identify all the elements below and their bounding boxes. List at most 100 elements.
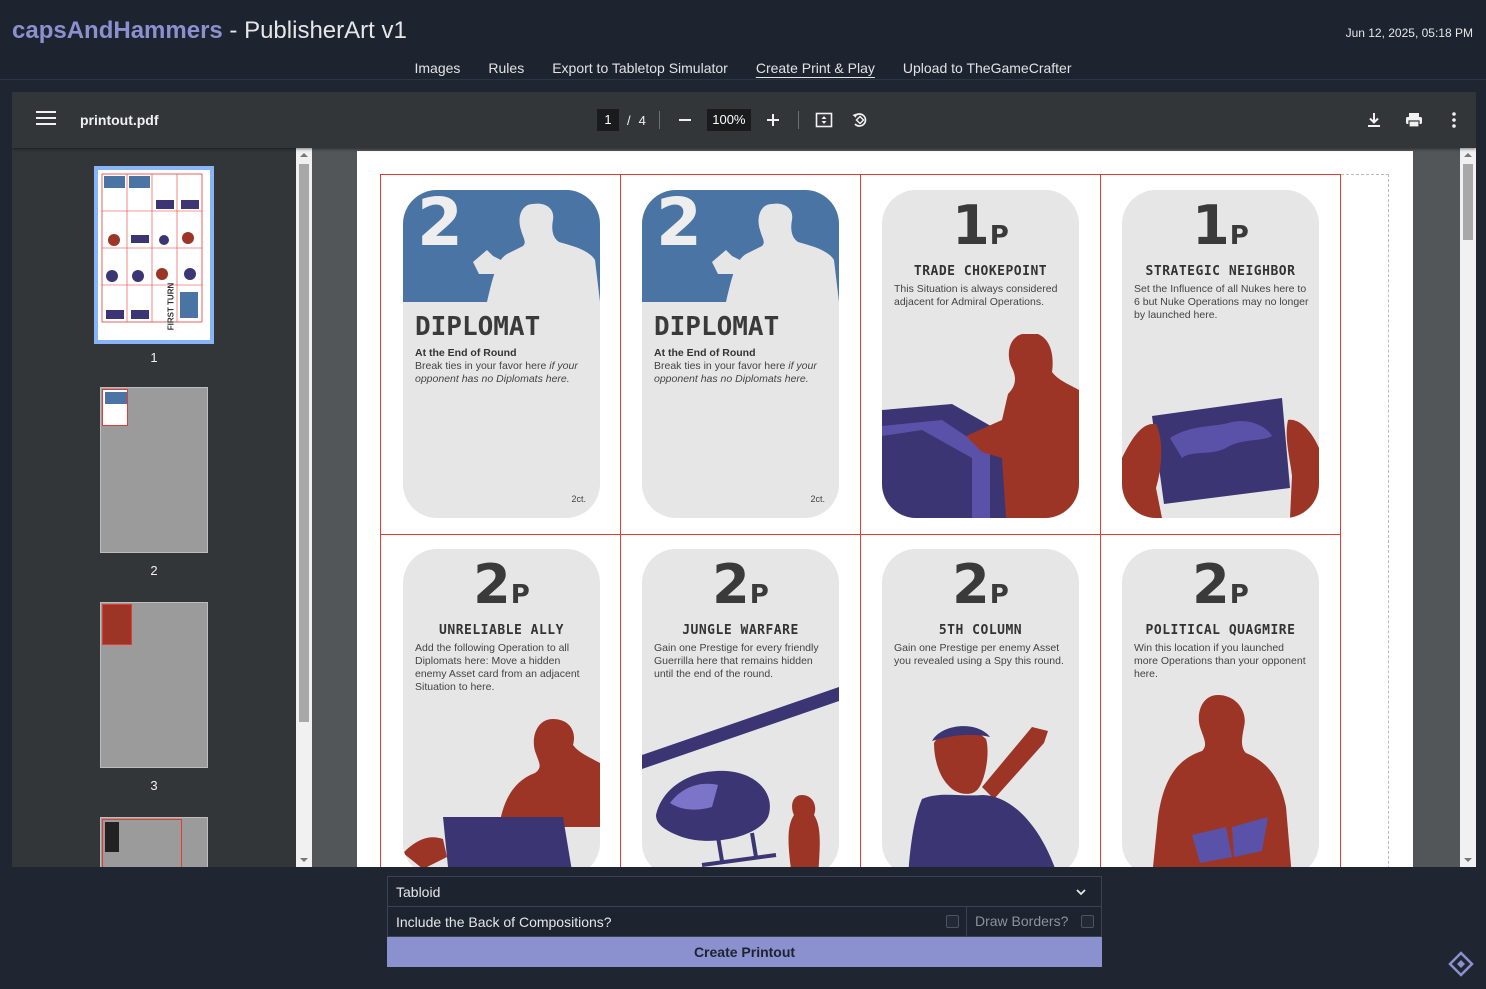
card-cost: 1P (952, 194, 1009, 257)
chevron-down-icon (1076, 889, 1086, 896)
card-cost: 1P (1192, 194, 1249, 257)
thumbnail-label: 2 (150, 563, 158, 578)
thumbnail-page-3[interactable]: 3 (100, 602, 208, 793)
thumbnail-image[interactable] (100, 602, 208, 768)
menu-icon[interactable] (36, 111, 56, 127)
nav-upload-gamecrafter[interactable]: Upload to TheGameCrafter (889, 58, 1086, 78)
card-text: Gain one Prestige for every friendly Gue… (654, 642, 819, 680)
card-title: TRADE CHOKEPOINT (913, 264, 1048, 279)
cut-line (1100, 174, 1101, 867)
card-text-plain: Break ties in your favor here (654, 360, 789, 372)
thumbnail-page-1[interactable]: FIRST TURN 1 (94, 166, 214, 365)
include-back-label: Include the Back of Compositions? (396, 913, 612, 930)
page-scrollbar[interactable] (1460, 148, 1476, 867)
thumbnail-mini-card (102, 389, 128, 426)
nav-images[interactable]: Images (400, 58, 474, 78)
diplomat-silhouette-icon (473, 203, 600, 302)
nav-export-tts[interactable]: Export to Tabletop Simulator (538, 58, 742, 78)
thumbnail-label: 1 (150, 350, 158, 365)
page-separator: / (627, 112, 631, 128)
mini-card-art (105, 822, 119, 852)
create-printout-button[interactable]: Create Printout (387, 937, 1102, 967)
card-cost: 2P (473, 553, 530, 616)
card-strategic-neighbor: 1P STRATEGIC NEIGHBOR Set the Influence … (1122, 190, 1319, 518)
card-trade-chokepoint: 1P TRADE CHOKEPOINT This Situation is al… (882, 190, 1079, 518)
options-divider (966, 907, 967, 937)
paper-size-select[interactable]: Tabloid (387, 876, 1102, 907)
card-diplomat: 2 DIPLOMAT At the End of Round Break tie… (403, 190, 600, 518)
draw-borders-checkbox[interactable] (1081, 915, 1094, 928)
card-title: DIPLOMAT (654, 312, 780, 342)
thumbnail-image[interactable]: FIRST TURN (94, 166, 214, 344)
card-title: DIPLOMAT (415, 312, 541, 342)
thumbnail-mini-card (102, 819, 182, 867)
thumbnail-first-turn: FIRST TURN (166, 282, 176, 331)
app-subtitle: - PublisherArt v1 (222, 17, 407, 44)
card-5th-column: 2P 5TH COLUMN Gain one Prestige per enem… (882, 549, 1079, 867)
mini-card-art (105, 392, 127, 404)
thumbnail-label: 3 (150, 778, 158, 793)
sidebar-scrollbar-thumb[interactable] (299, 164, 309, 722)
card-text: Break ties in your favor here if your op… (654, 360, 827, 386)
pdf-filename: printout.pdf (80, 112, 159, 128)
thumbnail-image[interactable] (100, 387, 208, 553)
card-count: 2ct. (810, 494, 825, 504)
card-title: POLITICAL QUAGMIRE (1145, 623, 1296, 638)
pdf-page-controls: 1 / 4 100% (597, 108, 872, 132)
helicopter-art-icon (642, 687, 839, 867)
timestamp: Jun 12, 2025, 05:18 PM (1345, 26, 1473, 40)
nav-rules[interactable]: Rules (474, 58, 538, 78)
brand-name[interactable]: capsAndHammers (12, 17, 223, 44)
page-number-input[interactable]: 1 (597, 109, 619, 131)
card-text: Set the Influence of all Nukes here to 6… (1134, 283, 1309, 321)
card-cost: 2P (1192, 553, 1249, 616)
card-cost: 2P (952, 553, 1009, 616)
zoom-out-icon[interactable] (673, 108, 697, 132)
zoom-level-input[interactable]: 100% (706, 109, 751, 131)
cut-line (860, 174, 861, 867)
paper-size-value: Tabloid (396, 883, 441, 900)
more-options-icon[interactable] (1442, 108, 1466, 132)
include-back-checkbox[interactable] (946, 915, 959, 928)
card-subtitle: At the End of Round (415, 347, 517, 359)
card-political-quagmire: 2P POLITICAL QUAGMIRE Win this location … (1122, 549, 1319, 867)
card-jungle-warfare: 2P JUNGLE WARFARE Gain one Prestige for … (642, 549, 839, 867)
politician-art-icon (1153, 695, 1292, 867)
app-header: capsAndHammers - PublisherArt v1 Jun 12,… (0, 0, 1486, 80)
sidebar-scrollbar[interactable] (296, 148, 312, 867)
card-diplomat: 2 DIPLOMAT At the End of Round Break tie… (642, 190, 839, 518)
card-text: Gain one Prestige per enemy Asset you re… (894, 642, 1064, 667)
page-scrollbar-thumb[interactable] (1463, 164, 1473, 240)
cut-line (620, 174, 621, 867)
card-title: UNRELIABLE ALLY (439, 623, 564, 638)
page-total: 4 (638, 112, 646, 128)
app-logo-icon[interactable] (1446, 949, 1476, 979)
rotate-icon[interactable] (848, 108, 872, 132)
map-art-icon (1122, 398, 1319, 518)
card-count: 2ct. (571, 494, 586, 504)
zoom-in-icon[interactable] (761, 108, 785, 132)
toolbar-divider (658, 111, 660, 129)
options-row: Include the Back of Compositions? Draw B… (387, 907, 1102, 937)
dashed-column (1341, 174, 1389, 867)
card-text: Break ties in your favor here if your op… (415, 360, 588, 386)
card-title: 5TH COLUMN (938, 623, 1023, 638)
thumbnail-page-4[interactable] (100, 817, 208, 867)
thumbnail-mini-card (102, 604, 132, 645)
thumbnail-image[interactable] (100, 817, 208, 867)
pdf-viewer: printout.pdf 1 / 4 100% FIRST TURN 1 2 3… (12, 92, 1476, 867)
printout-form: Tabloid Include the Back of Compositions… (387, 876, 1102, 967)
pdf-page: 2 DIPLOMAT At the End of Round Break tie… (357, 151, 1413, 867)
cut-line (380, 534, 1341, 535)
thumbnail-page-2[interactable]: 2 (100, 387, 208, 578)
fit-page-icon[interactable] (812, 108, 836, 132)
print-icon[interactable] (1402, 108, 1426, 132)
main-nav: Images Rules Export to Tabletop Simulato… (0, 58, 1486, 78)
card-text: Win this location if you launched more O… (1134, 642, 1306, 680)
card-title: STRATEGIC NEIGHBOR (1145, 264, 1296, 279)
download-icon[interactable] (1362, 108, 1386, 132)
card-text-plain: Break ties in your favor here (415, 360, 550, 372)
nav-create-print-play[interactable]: Create Print & Play (742, 58, 889, 78)
diplomat-silhouette-icon (712, 203, 839, 302)
card-unreliable-ally: 2P UNRELIABLE ALLY Add the following Ope… (403, 549, 600, 867)
